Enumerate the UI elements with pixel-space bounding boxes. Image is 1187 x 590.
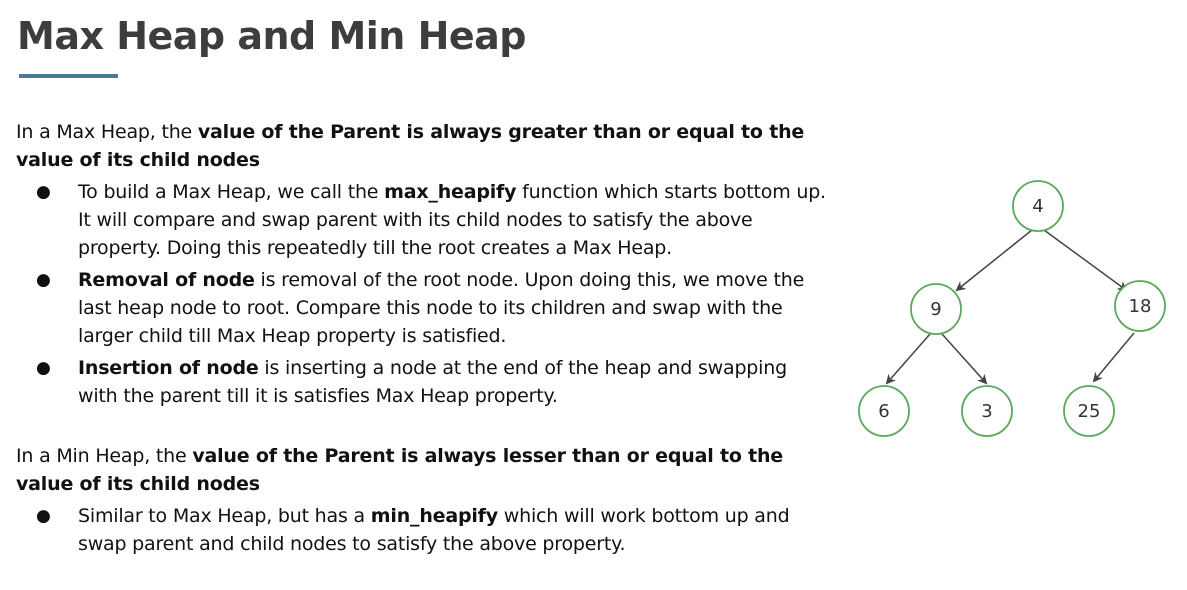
min-heap-bullet-similar: ● Similar to Max Heap, but has a min_hea… bbox=[16, 502, 831, 558]
tree-node-root: 4 bbox=[1012, 180, 1064, 232]
bullet-text-pre: Similar to Max Heap, but has a bbox=[78, 505, 371, 527]
tree-edge-root-right bbox=[1043, 229, 1128, 292]
bullet-text-bold: min_heapify bbox=[370, 505, 498, 527]
max-heap-bullet-removal: ● Removal of node is removal of the root… bbox=[16, 266, 831, 350]
bullet-text-bold: Removal of node bbox=[78, 269, 255, 291]
tree-node-left-right-label: 3 bbox=[981, 401, 992, 422]
tree-node-right: 18 bbox=[1114, 280, 1166, 332]
bullet-icon: ● bbox=[36, 182, 51, 202]
title-underline bbox=[19, 74, 118, 78]
page-title: Max Heap and Min Heap bbox=[17, 14, 527, 58]
min-heap-intro-prefix: In a Min Heap, the bbox=[16, 445, 193, 467]
heap-tree-diagram: 4 9 18 6 3 25 bbox=[858, 180, 1166, 437]
tree-node-left-right: 3 bbox=[961, 385, 1013, 437]
bullet-icon: ● bbox=[36, 270, 51, 290]
bullet-text-bold: Insertion of node bbox=[78, 357, 259, 379]
max-heap-bullet-build: ● To build a Max Heap, we call the max_h… bbox=[16, 178, 831, 262]
bullet-icon: ● bbox=[36, 358, 51, 378]
bullet-text-pre: To build a Max Heap, we call the bbox=[78, 181, 385, 203]
tree-edge-root-left bbox=[955, 229, 1033, 292]
max-heap-bullet-insertion: ● Insertion of node is inserting a node … bbox=[16, 354, 831, 410]
min-heap-bullet-list: ● Similar to Max Heap, but has a min_hea… bbox=[16, 502, 831, 558]
bullet-icon: ● bbox=[36, 506, 51, 526]
tree-edge-right-rightleft bbox=[1092, 332, 1135, 383]
bullet-text-bold: max_heapify bbox=[384, 181, 517, 203]
tree-edge-left-leftright bbox=[941, 333, 988, 385]
tree-node-left: 9 bbox=[910, 283, 962, 335]
min-heap-intro: In a Min Heap, the value of the Parent i… bbox=[16, 442, 831, 498]
tree-node-left-label: 9 bbox=[930, 299, 941, 320]
tree-node-right-left-label: 25 bbox=[1078, 401, 1101, 422]
tree-node-right-left: 25 bbox=[1063, 385, 1115, 437]
tree-node-root-label: 4 bbox=[1032, 196, 1043, 217]
tree-node-left-left: 6 bbox=[858, 385, 910, 437]
max-heap-intro-prefix: In a Max Heap, the bbox=[16, 121, 198, 143]
content-body: In a Max Heap, the value of the Parent i… bbox=[16, 118, 831, 562]
tree-node-right-label: 18 bbox=[1129, 296, 1152, 317]
max-heap-intro: In a Max Heap, the value of the Parent i… bbox=[16, 118, 831, 174]
tree-node-left-left-label: 6 bbox=[878, 401, 889, 422]
max-heap-bullet-list: ● To build a Max Heap, we call the max_h… bbox=[16, 178, 831, 410]
tree-edge-left-leftleft bbox=[885, 333, 931, 385]
